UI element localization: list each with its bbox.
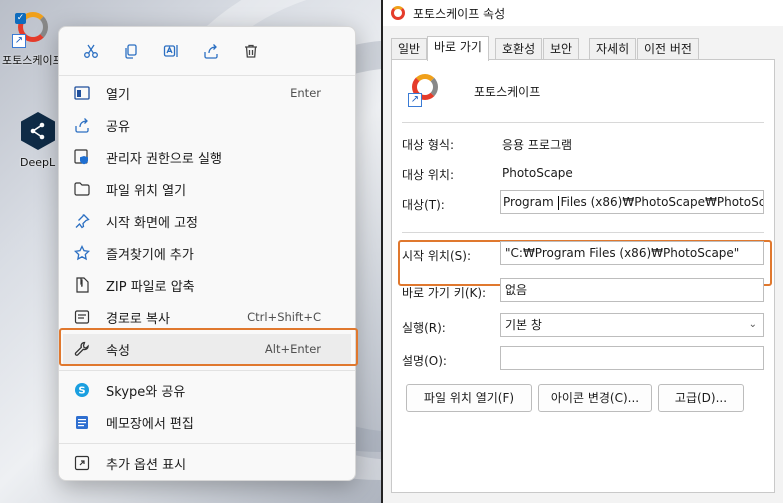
menu-item-compress-zip[interactable]: ZIP 파일로 압축	[63, 270, 351, 300]
tab-general[interactable]: 일반	[391, 38, 428, 60]
deepl-icon	[21, 112, 55, 150]
target-type-value: 응용 프로그램	[502, 138, 573, 152]
shortcut-key-input[interactable]: 없음	[500, 278, 764, 302]
target-input-text: Program	[503, 195, 558, 209]
divider-line	[402, 232, 764, 233]
rename-icon	[163, 45, 178, 57]
menu-item-label: ZIP 파일로 압축	[106, 279, 195, 295]
target-input-text: Files (x86)₩PhotoScape₩PhotoScape.exe"	[560, 195, 764, 209]
notepad-icon	[73, 413, 91, 431]
comment-input[interactable]	[500, 346, 764, 370]
chevron-down-icon: ⌄	[748, 319, 757, 330]
menu-item-label: 경로로 복사	[106, 311, 170, 327]
share-icon	[73, 116, 91, 134]
copy-button[interactable]	[111, 35, 151, 67]
tab-strip: 일반 바로 가기 호환성 보안 자세히 이전 버전	[391, 36, 775, 61]
desktop-area: ↗ 포토스케이프 ✓ DeepL 열기 Enter 공유 관리자 권한으로 실행…	[0, 0, 381, 503]
svg-text:S: S	[78, 386, 85, 397]
open-file-location-button[interactable]: 파일 위치 열기(F)	[406, 384, 532, 412]
advanced-button[interactable]: 고급(D)...	[658, 384, 744, 412]
change-icon-button[interactable]: 아이콘 변경(C)...	[538, 384, 652, 412]
pin-icon	[73, 212, 91, 230]
menu-item-edit-notepad[interactable]: 메모장에서 편집	[63, 407, 351, 437]
tab-previous-versions[interactable]: 이전 버전	[637, 38, 699, 60]
menu-item-open[interactable]: 열기 Enter	[63, 78, 351, 108]
share-button[interactable]	[191, 35, 231, 67]
run-select-value: 기본 창	[505, 318, 542, 332]
menu-item-label: 열기	[106, 87, 130, 103]
target-location-value: PhotoScape	[502, 166, 573, 180]
properties-highlight-box	[59, 328, 358, 366]
dialog-titlebar: 포토스케이프 속성	[383, 0, 783, 26]
app-large-icon: ↗	[408, 74, 440, 107]
tab-security[interactable]: 보안	[543, 38, 580, 60]
run-select[interactable]: 기본 창 ⌄	[500, 313, 764, 337]
rename-button[interactable]	[151, 35, 191, 67]
open-window-icon	[73, 84, 91, 102]
menu-item-run-as-admin[interactable]: 관리자 권한으로 실행	[63, 142, 351, 172]
shortcut-tab-panel: ↗ 포토스케이프 대상 형식: 응용 프로그램 대상 위치: PhotoScap…	[391, 59, 775, 493]
more-options-icon	[73, 454, 91, 472]
trash-icon	[245, 44, 257, 58]
star-icon	[73, 244, 91, 262]
zip-icon	[73, 276, 91, 294]
cut-button[interactable]	[71, 35, 111, 67]
desktop-icon-photoscape[interactable]: ↗ 포토스케이프	[2, 10, 63, 68]
menu-item-label: 즐겨찾기에 추가	[106, 247, 194, 263]
skype-icon: S	[73, 381, 91, 399]
menu-separator	[59, 75, 355, 76]
menu-item-label: 공유	[106, 119, 130, 135]
target-label: 대상(T):	[402, 198, 445, 212]
menu-item-shortcut: Ctrl+Shift+C	[247, 310, 321, 324]
copy-path-icon	[73, 308, 91, 326]
target-location-label: 대상 위치:	[402, 168, 455, 182]
photoscape-icon	[391, 6, 405, 20]
shortcut-key-label: 바로 가기 키(K):	[402, 286, 487, 300]
folder-icon	[73, 180, 91, 198]
menu-item-label: 관리자 권한으로 실행	[106, 151, 222, 167]
shortcut-arrow-icon: ↗	[12, 34, 26, 48]
quick-action-bar	[59, 27, 355, 75]
dialog-title: 포토스케이프 속성	[413, 6, 506, 21]
start-in-label: 시작 위치(S):	[402, 249, 471, 263]
admin-shield-icon	[73, 148, 91, 166]
desktop-icon-label: 포토스케이프	[2, 54, 63, 67]
menu-item-open-file-location[interactable]: 파일 위치 열기	[63, 174, 351, 204]
menu-item-share-skype[interactable]: S Skype와 공유	[63, 375, 351, 405]
share-icon	[204, 44, 218, 59]
tab-shortcut[interactable]: 바로 가기	[427, 36, 489, 61]
properties-dialog: 포토스케이프 속성 일반 바로 가기 호환성 보안 자세히 이전 버전 ↗ 포토…	[383, 0, 783, 503]
delete-button[interactable]	[231, 35, 271, 67]
scissors-icon	[84, 44, 98, 58]
target-input[interactable]: Program Files (x86)₩PhotoScape₩PhotoScap…	[500, 190, 764, 214]
selection-checkbox[interactable]: ✓	[15, 13, 26, 24]
menu-item-label: 메모장에서 편집	[106, 416, 194, 432]
tab-compatibility[interactable]: 호환성	[495, 38, 543, 60]
start-in-input[interactable]: "C:₩Program Files (x86)₩PhotoScape"	[500, 241, 764, 265]
menu-item-label: 추가 옵션 표시	[106, 457, 187, 473]
shortcut-arrow-icon: ↗	[408, 93, 422, 107]
copy-icon	[125, 44, 137, 59]
menu-item-label: 시작 화면에 고정	[106, 215, 198, 231]
menu-item-shortcut: Enter	[290, 86, 321, 100]
tab-details[interactable]: 자세히	[589, 38, 637, 60]
menu-item-pin-to-start[interactable]: 시작 화면에 고정	[63, 206, 351, 236]
menu-item-label: 파일 위치 열기	[106, 183, 187, 199]
divider-line	[402, 122, 764, 123]
run-label: 실행(R):	[402, 321, 446, 335]
app-name: 포토스케이프	[474, 85, 541, 99]
menu-item-show-more-options[interactable]: 추가 옵션 표시	[63, 448, 351, 478]
menu-separator	[59, 370, 355, 371]
target-type-label: 대상 형식:	[402, 138, 455, 152]
context-menu: 열기 Enter 공유 관리자 권한으로 실행 파일 위치 열기 시작 화면에 …	[58, 26, 358, 481]
menu-item-share[interactable]: 공유	[63, 110, 351, 140]
menu-item-label: Skype와 공유	[106, 384, 186, 400]
comment-label: 설명(O):	[402, 354, 447, 368]
menu-item-add-to-favorites[interactable]: 즐겨찾기에 추가	[63, 238, 351, 268]
menu-separator	[59, 443, 355, 444]
